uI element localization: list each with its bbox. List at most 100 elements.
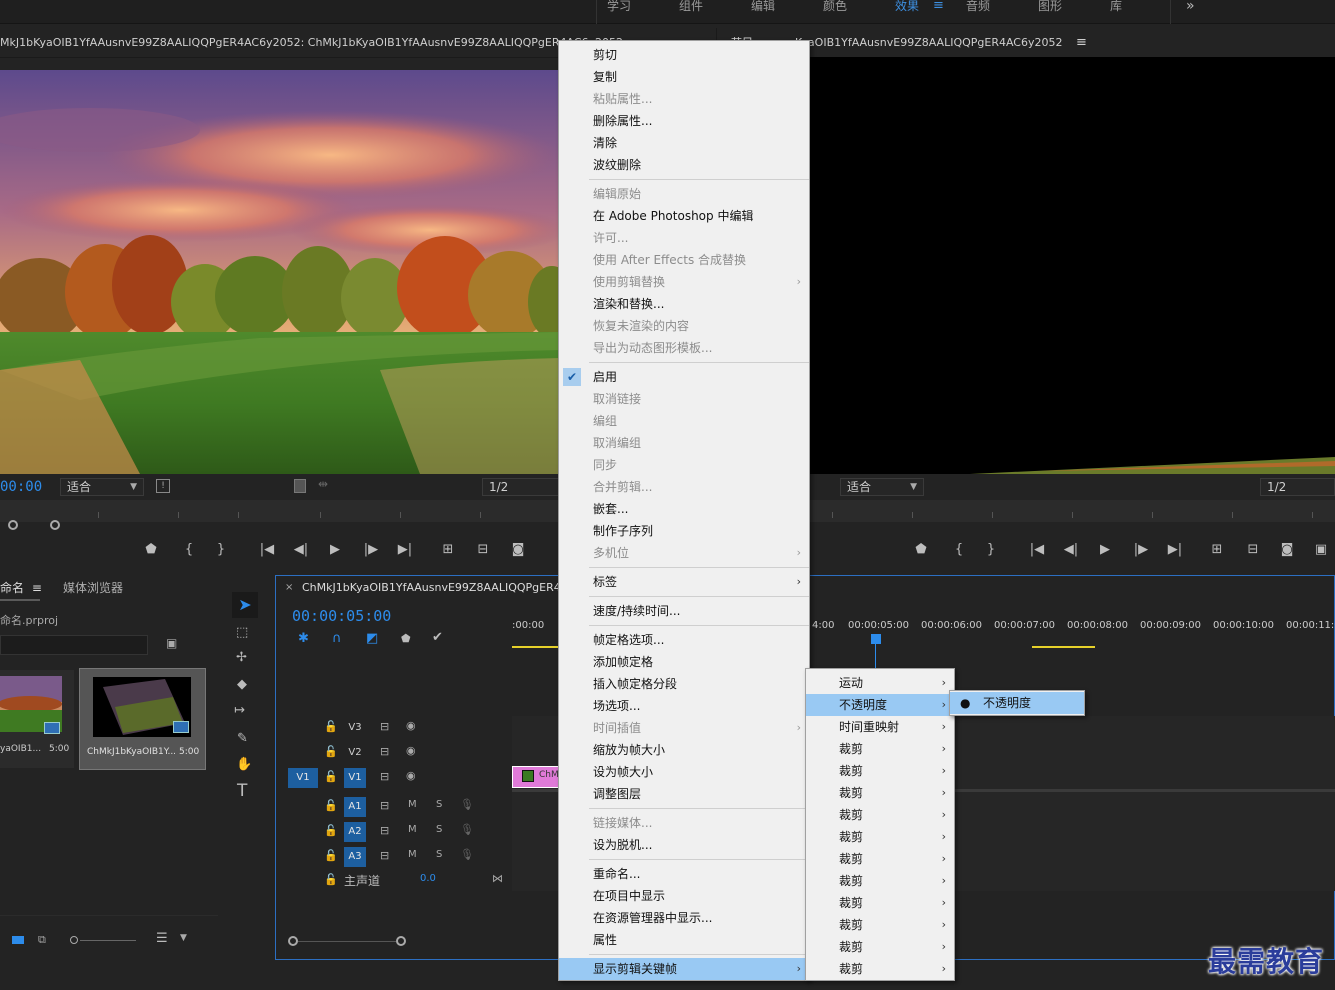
context-menu-item[interactable]: 缩放为帧大小 [559, 739, 809, 761]
workspace-tab-color[interactable]: 颜色 [823, 0, 847, 24]
microphone-icon[interactable]: 🎙 [460, 823, 474, 836]
context-menu-item[interactable]: 删除属性... [559, 110, 809, 132]
close-icon[interactable]: × [285, 582, 293, 593]
track-target-a3[interactable]: A3 [344, 847, 366, 867]
source-patch-v1[interactable]: V1 [288, 768, 318, 788]
step-back-icon[interactable]: ◀| [290, 539, 312, 561]
context-menu-item[interactable]: 标签 › [559, 571, 809, 593]
add-marker-icon[interactable]: ⬟ [910, 539, 932, 561]
linked-selection-icon[interactable]: ◩ [366, 631, 378, 646]
context-menu-item[interactable]: 清除 [559, 132, 809, 154]
context-menu-item[interactable]: 粘贴属性... [559, 88, 809, 110]
slip-tool-icon[interactable]: ↦ [234, 703, 245, 718]
keyframe-submenu-item[interactable]: 裁剪 › [806, 826, 954, 848]
mute-button[interactable]: M [408, 824, 417, 835]
step-back-icon[interactable]: ◀| [1060, 539, 1082, 561]
lock-icon[interactable]: 🔓 [324, 770, 338, 783]
wrench-icon[interactable]: ✔ [432, 630, 443, 645]
timeline-tab-title[interactable]: ChMkJ1bKyaOIB1YfAAusnvE99Z8AALIQQPgER4AC… [302, 581, 583, 594]
lock-icon[interactable]: 🔓 [324, 824, 338, 837]
mark-out-icon[interactable]: } [980, 539, 1002, 561]
media-browser-tab[interactable]: 媒体浏览器 [63, 579, 123, 596]
keyframe-submenu-item[interactable]: 裁剪 › [806, 936, 954, 958]
go-to-in-icon[interactable]: |◀ [1026, 539, 1048, 561]
mark-in-icon[interactable]: { [178, 539, 200, 561]
chevron-down-icon[interactable]: ▼ [180, 933, 187, 943]
sync-lock-icon[interactable]: ⊟ [380, 770, 389, 783]
new-bin-icon[interactable]: ▣ [166, 636, 177, 650]
context-menu-item[interactable]: 设为帧大小 [559, 761, 809, 783]
sync-lock-icon[interactable]: ⊟ [380, 799, 389, 812]
source-fit-dropdown[interactable]: 适合 ▼ [60, 478, 144, 496]
eye-icon[interactable]: ◉ [406, 719, 416, 732]
source-time-ruler[interactable] [0, 500, 560, 522]
lock-icon[interactable]: 🔓 [324, 720, 338, 733]
track-target-a2[interactable]: A2 [344, 822, 366, 842]
workspace-overflow-icon[interactable]: » [1186, 0, 1195, 24]
compare-icon[interactable]: ▣ [1310, 539, 1332, 561]
sync-lock-icon[interactable]: ⊟ [380, 745, 389, 758]
context-menu-item[interactable]: 链接媒体... [559, 812, 809, 834]
camera-icon[interactable]: ◙ [507, 539, 529, 561]
context-menu-item[interactable]: 重命名... [559, 863, 809, 885]
workspace-tab-audio[interactable]: 音频 [966, 0, 990, 24]
context-menu-item[interactable]: 取消链接 [559, 388, 809, 410]
context-menu-item[interactable]: 使用剪辑替换 › [559, 271, 809, 293]
context-menu-item[interactable]: 嵌套... [559, 498, 809, 520]
nest-toggle-icon[interactable]: ✱ [298, 631, 309, 646]
source-resolution-dropdown[interactable]: 1/2 [482, 478, 560, 496]
program-fit-dropdown[interactable]: 适合 ▼ [840, 478, 924, 496]
program-time-ruler[interactable] [810, 500, 1335, 522]
context-menu-item[interactable]: 同步 [559, 454, 809, 476]
ripple-edit-tool-icon[interactable]: ✢ [236, 650, 247, 665]
sort-icon[interactable]: ☰ [156, 931, 168, 946]
lock-icon[interactable]: 🔓 [324, 799, 338, 812]
razor-tool-icon[interactable]: ◆ [237, 677, 247, 692]
zoom-slider-track[interactable] [80, 940, 136, 941]
selection-tool-icon[interactable]: ➤ [232, 592, 258, 618]
source-timecode[interactable]: 00:00 [0, 479, 42, 495]
source-monitor-video[interactable] [0, 70, 560, 474]
solo-button[interactable]: S [436, 824, 442, 835]
context-menu-item[interactable]: 许可... [559, 227, 809, 249]
step-forward-icon[interactable]: |▶ [360, 539, 382, 561]
master-volume-value[interactable]: 0.0 [420, 873, 436, 884]
add-marker-icon[interactable]: ⬟ [401, 632, 411, 645]
keyframe-submenu-item[interactable]: 裁剪 › [806, 870, 954, 892]
keyframe-submenu-item[interactable]: 裁剪 › [806, 738, 954, 760]
context-menu-item[interactable]: 帧定格选项... [559, 629, 809, 651]
keyframe-submenu-item[interactable]: 裁剪 › [806, 848, 954, 870]
microphone-icon[interactable]: 🎙 [460, 798, 474, 811]
context-menu-item[interactable]: 在 Adobe Photoshop 中编辑 [559, 205, 809, 227]
context-menu-item[interactable]: 在资源管理器中显示... [559, 907, 809, 929]
context-menu-item[interactable]: 属性 [559, 929, 809, 951]
panel-menu-icon[interactable]: ≡ [1066, 35, 1087, 50]
go-to-end-icon[interactable]: ⋈ [492, 872, 503, 885]
sync-lock-icon[interactable]: ⊟ [380, 720, 389, 733]
context-menu-item[interactable]: 制作子序列 [559, 520, 809, 542]
zoom-handle-right[interactable] [50, 520, 60, 530]
keyframe-submenu-item[interactable]: 裁剪 › [806, 958, 954, 980]
context-menu-item[interactable]: 波纹删除 [559, 154, 809, 176]
mark-out-icon[interactable]: } [210, 539, 232, 561]
go-to-out-icon[interactable]: ▶| [394, 539, 416, 561]
track-target-v1[interactable]: V1 [344, 768, 366, 788]
context-menu-item[interactable]: 导出为动态图形模板... [559, 337, 809, 359]
step-forward-icon[interactable]: |▶ [1130, 539, 1152, 561]
go-to-out-icon[interactable]: ▶| [1164, 539, 1186, 561]
opacity-submenu-item[interactable]: ● 不透明度 [950, 692, 1084, 714]
timeline-zoom-handle-right[interactable] [396, 936, 406, 946]
work-area-bar[interactable] [1032, 646, 1095, 648]
context-menu-item[interactable]: 剪切 [559, 44, 809, 66]
settings-icon[interactable]: ! [156, 479, 170, 493]
zoom-handle-left[interactable] [8, 520, 18, 530]
pen-tool-icon[interactable]: ✎ [237, 731, 248, 746]
workspace-tab-effects[interactable]: 效果 [895, 0, 919, 24]
list-view-icon[interactable] [12, 936, 24, 944]
extract-icon[interactable]: ⊟ [1242, 539, 1264, 561]
context-menu-item[interactable]: 恢复未渲染的内容 [559, 315, 809, 337]
sync-lock-icon[interactable]: ⊟ [380, 824, 389, 837]
context-menu-item[interactable]: 编辑原始 [559, 183, 809, 205]
context-menu-item[interactable]: 在项目中显示 [559, 885, 809, 907]
timeline-clip[interactable]: ChM [512, 766, 560, 788]
